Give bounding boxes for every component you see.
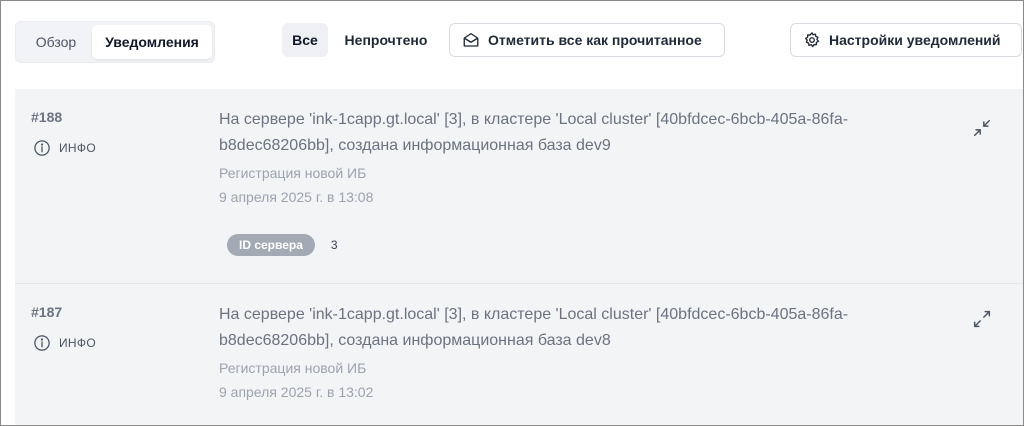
notification-settings-button[interactable]: Настройки уведомлений	[790, 23, 1022, 57]
server-id-tag: ID сервера	[227, 234, 315, 256]
notification-message: На сервере 'ink-1capp.gt.local' [3], в к…	[219, 306, 849, 349]
notification-source: Регистрация новой ИБ	[219, 360, 367, 376]
notifications-window: Обзор Уведомления Все Непрочтено Отметит…	[0, 0, 1024, 426]
notification-item[interactable]: #187 ИНФО На сервере 'ink-1capp.gt.local…	[15, 284, 1023, 425]
info-icon	[33, 334, 51, 352]
toolbar: Обзор Уведомления Все Непрочтено Отметит…	[1, 1, 1023, 89]
notification-level-label: ИНФО	[59, 336, 96, 350]
view-switcher: Обзор Уведомления	[15, 21, 215, 63]
notification-id: #187	[31, 304, 63, 320]
notification-list: #188 ИНФО На сервере 'ink-1capp.gt.local…	[15, 89, 1023, 425]
mark-all-read-button[interactable]: Отметить все как прочитанное	[449, 23, 725, 57]
notification-item[interactable]: #188 ИНФО На сервере 'ink-1capp.gt.local…	[15, 89, 1023, 284]
notification-level: ИНФО	[33, 139, 96, 157]
notification-settings-label: Настройки уведомлений	[829, 32, 1001, 48]
tab-notifications[interactable]: Уведомления	[92, 25, 212, 59]
expand-icon[interactable]	[971, 308, 993, 330]
notification-level: ИНФО	[33, 334, 96, 352]
envelope-open-icon	[462, 31, 480, 49]
notification-level-label: ИНФО	[59, 141, 96, 155]
notification-date: 9 апреля 2025 г. в 13:08	[219, 189, 374, 205]
notification-id: #188	[31, 109, 63, 125]
info-icon	[33, 139, 51, 157]
filter-all-button[interactable]: Все	[282, 23, 328, 57]
notification-source: Регистрация новой ИБ	[219, 165, 367, 181]
tab-overview[interactable]: Обзор	[20, 25, 92, 59]
notification-message: На сервере 'ink-1capp.gt.local' [3], в к…	[219, 111, 849, 154]
notification-date: 9 апреля 2025 г. в 13:02	[219, 384, 374, 400]
collapse-icon[interactable]	[971, 117, 993, 139]
mark-all-read-label: Отметить все как прочитанное	[488, 32, 702, 48]
server-id-value: 3	[330, 238, 338, 252]
gear-icon	[803, 31, 821, 49]
notification-tags: ID сервера 3	[227, 234, 338, 256]
filter-unread-button[interactable]: Непрочтено	[335, 23, 437, 57]
